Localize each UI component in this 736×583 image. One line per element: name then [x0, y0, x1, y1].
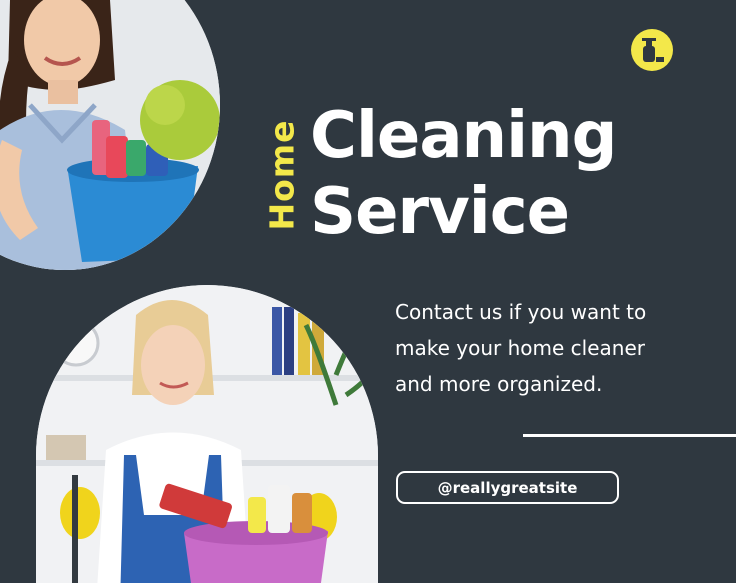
- title-home-text: Home: [262, 119, 302, 231]
- title-cleaning: Cleaning: [310, 99, 617, 173]
- poster: Home Cleaning Service Contact us if you …: [0, 0, 736, 583]
- description-text: Contact us if you want to make your home…: [395, 300, 647, 396]
- cleaner-photo-top: [0, 0, 220, 270]
- spray-bottle-icon: [642, 38, 664, 62]
- title-service: Service: [310, 175, 570, 249]
- cleaner-illustration-top: [0, 0, 220, 270]
- website-button[interactable]: @reallygreatsite: [396, 471, 619, 504]
- title-home-vertical: Home: [262, 108, 302, 242]
- divider-line: [523, 434, 736, 437]
- logo-badge: [631, 29, 673, 71]
- cleaner-illustration-bottom: [36, 285, 378, 583]
- cleaner-photo-bottom: [36, 285, 378, 583]
